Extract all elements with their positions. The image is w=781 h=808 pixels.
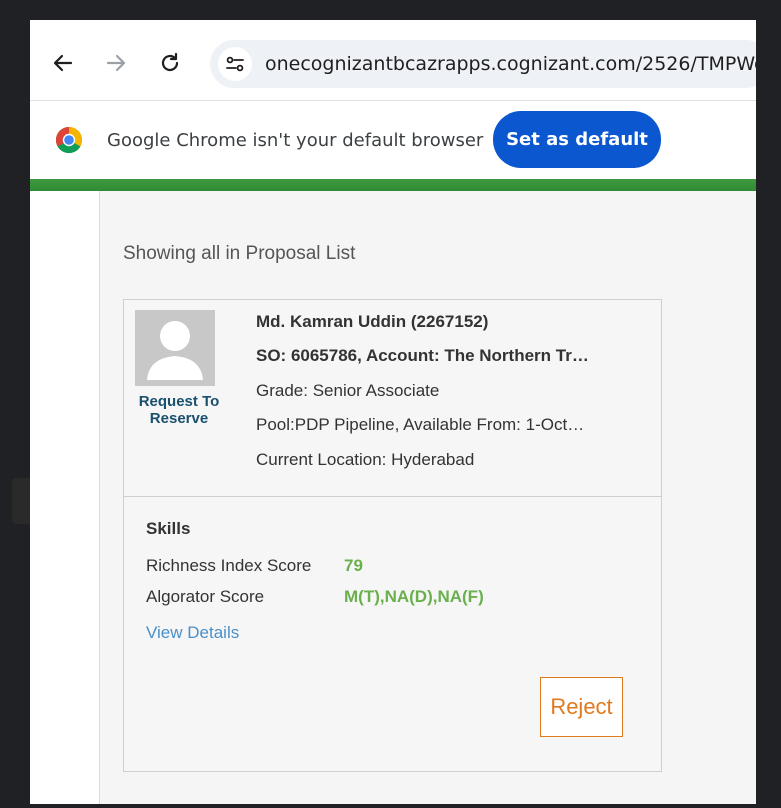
tune-icon	[226, 56, 244, 72]
set-as-default-button[interactable]: Set as default	[493, 111, 661, 168]
algorator-value: M(T),NA(D),NA(F)	[344, 587, 484, 606]
user-placeholder-icon	[147, 321, 203, 380]
request-to-reserve-link[interactable]: Request To Reserve	[124, 393, 234, 427]
candidate-summary: Request To Reserve Md. Kamran Uddin (226…	[124, 300, 661, 497]
skills-heading: Skills	[146, 519, 191, 538]
back-button[interactable]	[47, 47, 79, 79]
arrow-right-icon	[106, 54, 126, 72]
so-account: SO: 6065786, Account: The Northern Tr…	[256, 346, 589, 365]
page-header-bar	[30, 179, 756, 191]
arrow-left-icon	[53, 54, 73, 72]
algorator-label: Algorator Score	[146, 587, 265, 606]
current-location: Current Location: Hyderabad	[256, 450, 475, 469]
reject-button[interactable]: Reject	[540, 677, 623, 737]
reload-button[interactable]	[154, 47, 186, 79]
page-content: Showing all in Proposal List Request To …	[30, 191, 756, 804]
richness-label: Richness Index Score	[146, 556, 312, 575]
forward-button[interactable]	[100, 47, 132, 79]
grade: Grade: Senior Associate	[256, 381, 440, 400]
reload-icon	[161, 52, 179, 72]
candidate-name: Md. Kamran Uddin (2267152)	[256, 312, 489, 331]
page-title: Showing all in Proposal List	[123, 243, 356, 264]
pool-availability: Pool:PDP Pipeline, Available From: 1-Oct…	[256, 415, 585, 434]
address-bar[interactable]: onecognizantbcazrapps.cognizant.com/2526…	[210, 40, 756, 88]
chrome-logo-icon	[55, 127, 83, 154]
window-edge	[12, 478, 30, 524]
url-text[interactable]: onecognizantbcazrapps.cognizant.com/2526…	[265, 53, 756, 75]
default-browser-infobar: Google Chrome isn't your default browser…	[30, 101, 756, 179]
browser-toolbar: onecognizantbcazrapps.cognizant.com/2526…	[30, 20, 756, 101]
richness-value: 79	[344, 556, 363, 575]
infobar-message: Google Chrome isn't your default browser	[107, 130, 484, 151]
site-info-button[interactable]	[218, 47, 252, 81]
side-panel	[30, 191, 100, 804]
browser-window: onecognizantbcazrapps.cognizant.com/2526…	[30, 20, 756, 804]
view-details-link[interactable]: View Details	[146, 623, 239, 643]
avatar	[135, 310, 215, 386]
proposal-card: Request To Reserve Md. Kamran Uddin (226…	[123, 299, 662, 772]
